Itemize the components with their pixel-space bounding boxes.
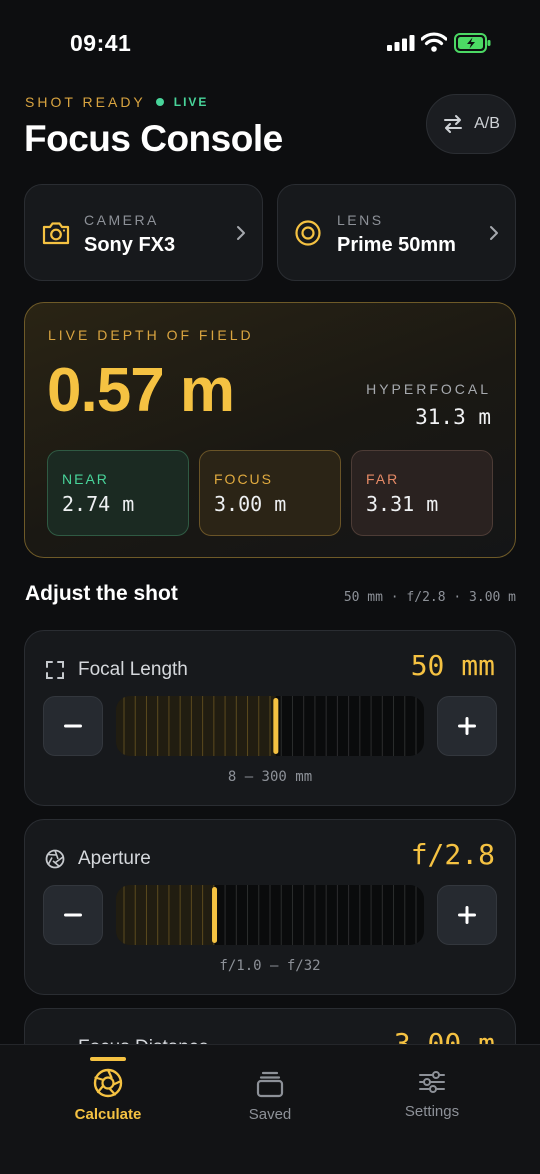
camera-label: CAMERA	[84, 212, 159, 228]
wifi-icon	[421, 32, 447, 52]
slider-thumb[interactable]	[212, 887, 218, 943]
minus-icon	[64, 724, 82, 728]
near-limit-box: NEAR 2.74 m	[47, 450, 189, 536]
tab-settings[interactable]: Settings	[342, 1045, 522, 1145]
near-label: NEAR	[62, 471, 109, 487]
sliders-icon	[419, 1071, 445, 1093]
hyperfocal-value: 31.3 m	[415, 405, 491, 429]
section-summary: 50 mm · f/2.8 · 3.00 m	[343, 590, 516, 605]
lens-label: LENS	[337, 212, 384, 228]
aperture-control: Aperture f/2.8 f/1.0 — f/32	[24, 819, 516, 995]
tab-calculate[interactable]: Calculate	[18, 1045, 198, 1145]
aperture-label: Aperture	[78, 848, 151, 869]
focal-length-range: 8 — 300 mm	[227, 769, 313, 785]
aperture-ticks	[116, 885, 417, 945]
live-badge: LIVE	[173, 95, 209, 109]
slider-thumb[interactable]	[273, 698, 279, 754]
tab-settings-label: Settings	[404, 1103, 460, 1120]
dof-label: LIVE DEPTH OF FIELD	[48, 327, 254, 343]
swap-icon	[444, 115, 463, 133]
focal-length-label: Focal Length	[78, 659, 188, 680]
aperture-slider[interactable]	[116, 885, 424, 945]
focal-length-slider[interactable]	[116, 696, 424, 756]
focal-length-control: Focal Length 50 mm 8 — 300 mm	[24, 630, 516, 806]
slider-fill	[116, 696, 276, 756]
active-tab-indicator	[90, 1057, 126, 1061]
stack-icon	[256, 1071, 284, 1098]
signal-icon	[387, 35, 415, 51]
lens-icon	[295, 220, 321, 246]
minus-icon	[64, 913, 82, 917]
hyperfocal-label: HYPERFOCAL	[366, 381, 491, 397]
aperture-icon	[93, 1068, 123, 1098]
focal-length-value: 50 mm	[410, 649, 495, 682]
ab-label: A/B	[474, 115, 500, 132]
far-value: 3.31 m	[366, 492, 439, 516]
status-time: 09:41	[70, 30, 132, 56]
tab-calculate-label: Calculate	[74, 1106, 142, 1123]
focal-length-increase-button[interactable]	[437, 696, 497, 756]
tab-bar: Calculate Saved Settings	[0, 1044, 540, 1174]
lens-selector[interactable]: LENS Prime 50mm	[277, 184, 516, 281]
depth-of-field-card: LIVE DEPTH OF FIELD 0.57 m HYPERFOCAL 31…	[24, 302, 516, 558]
chevron-right-icon	[490, 226, 498, 240]
dof-value: 0.57 m	[47, 356, 235, 425]
frame-icon	[46, 661, 64, 679]
near-value: 2.74 m	[62, 492, 135, 516]
status-bar: 09:41	[0, 0, 540, 88]
plus-icon	[458, 906, 476, 924]
ab-compare-button[interactable]: A/B	[426, 94, 516, 154]
shot-status-label: SHOT READY	[25, 94, 146, 110]
tab-saved[interactable]: Saved	[180, 1045, 360, 1145]
focus-box: FOCUS 3.00 m	[199, 450, 341, 536]
aperture-increase-button[interactable]	[437, 885, 497, 945]
aperture-icon	[45, 849, 65, 869]
focal-length-ticks	[116, 696, 417, 756]
battery-icon	[454, 33, 491, 53]
far-limit-box: FAR 3.31 m	[351, 450, 493, 536]
focus-value: 3.00 m	[214, 492, 287, 516]
lens-value: Prime 50mm	[337, 234, 456, 256]
section-title: Adjust the shot	[25, 582, 178, 605]
focus-label: FOCUS	[214, 471, 273, 487]
live-dot-icon	[155, 98, 164, 106]
plus-icon	[458, 717, 476, 735]
tab-saved-label: Saved	[248, 1106, 292, 1123]
chevron-right-icon	[237, 226, 245, 240]
camera-selector[interactable]: CAMERA Sony FX3	[24, 184, 263, 281]
shot-status: SHOT READY LIVE	[25, 94, 208, 110]
aperture-range: f/1.0 — f/32	[219, 958, 321, 974]
focal-length-decrease-button[interactable]	[43, 696, 103, 756]
slider-fill	[116, 885, 215, 945]
far-label: FAR	[366, 471, 400, 487]
aperture-value: f/2.8	[410, 838, 495, 871]
camera-value: Sony FX3	[84, 234, 176, 256]
camera-icon	[42, 222, 70, 245]
aperture-decrease-button[interactable]	[43, 885, 103, 945]
page-title: Focus Console	[24, 118, 283, 159]
